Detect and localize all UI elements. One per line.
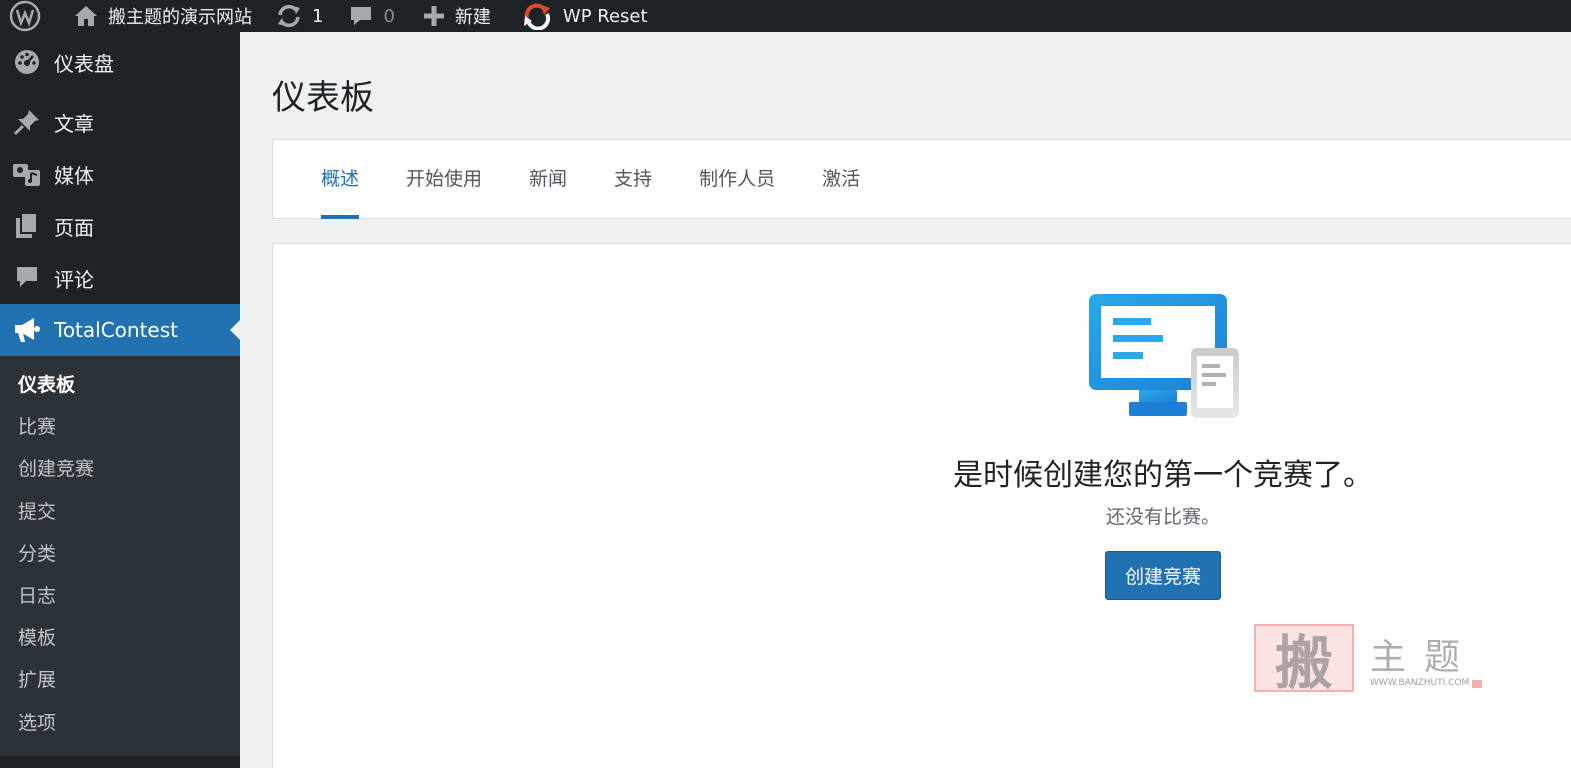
sidebar-item-label: 文章 bbox=[54, 111, 94, 136]
tab-support[interactable]: 支持 bbox=[614, 140, 652, 218]
new-content-label: 新建 bbox=[454, 7, 491, 28]
sidebar-item-dashboard[interactable]: 仪表盘 bbox=[0, 34, 240, 90]
totalcontest-submenu: 仪表板 比赛 创建竞赛 提交 分类 日志 模板 扩展 选项 bbox=[0, 356, 240, 756]
empty-state-title: 是时候创建您的第一个竞赛了。 bbox=[953, 458, 1373, 493]
home-icon bbox=[75, 6, 97, 26]
wordpress-logo-button[interactable] bbox=[0, 0, 54, 32]
wordpress-logo-icon bbox=[9, 0, 41, 32]
tab-activation[interactable]: 激活 bbox=[822, 140, 860, 218]
tab-overview[interactable]: 概述 bbox=[321, 140, 360, 219]
submenu-item-dashboard[interactable]: 仪表板 bbox=[0, 364, 240, 406]
admin-bar: 搬主题的演示网站 1 0 新建 WP Reset bbox=[0, 0, 1571, 32]
submenu-item-create-contest[interactable]: 创建竞赛 bbox=[0, 448, 240, 490]
sidebar-item-label: TotalContest bbox=[54, 318, 178, 342]
sidebar-item-posts[interactable]: 文章 bbox=[0, 96, 240, 148]
sidebar-item-label: 仪表盘 bbox=[54, 51, 114, 76]
comments-icon bbox=[12, 263, 42, 293]
plus-icon bbox=[423, 6, 444, 26]
updates-icon bbox=[278, 4, 300, 28]
wp-reset-label: WP Reset bbox=[562, 5, 648, 27]
megaphone-icon bbox=[12, 315, 42, 345]
sidebar-item-label: 评论 bbox=[54, 267, 94, 292]
updates-link[interactable]: 1 bbox=[264, 0, 335, 32]
new-content-link[interactable]: 新建 bbox=[407, 0, 503, 32]
sidebar-item-label: 媒体 bbox=[54, 163, 94, 188]
empty-state-subtitle: 还没有比赛。 bbox=[1105, 506, 1220, 528]
submenu-item-options[interactable]: 选项 bbox=[0, 702, 240, 744]
comments-link[interactable]: 0 bbox=[335, 0, 406, 32]
watermark-url: WWW.BANZHUTI.COM bbox=[1370, 678, 1470, 688]
dashboard-gauge-icon bbox=[12, 47, 42, 77]
submenu-item-categories[interactable]: 分类 bbox=[0, 533, 240, 575]
watermark-accent bbox=[1472, 680, 1482, 688]
site-name-link[interactable]: 搬主题的演示网站 bbox=[54, 0, 264, 32]
sidebar-item-comments[interactable]: 评论 bbox=[0, 252, 240, 304]
submenu-item-contests[interactable]: 比赛 bbox=[0, 406, 240, 448]
sidebar-item-label: 页面 bbox=[54, 215, 94, 240]
tab-news[interactable]: 新闻 bbox=[529, 140, 567, 218]
watermark-text: 主题 bbox=[1370, 637, 1479, 678]
sidebar-item-media[interactable]: 媒体 bbox=[0, 148, 240, 200]
wp-reset-link[interactable]: WP Reset bbox=[503, 0, 660, 32]
comments-count: 0 bbox=[383, 5, 395, 27]
updates-count: 1 bbox=[312, 5, 324, 27]
dashboard-tabs: 概述 开始使用 新闻 支持 制作人员 激活 bbox=[272, 139, 1571, 219]
watermark-logo: 搬 主题 WWW.BANZHUTI.COM bbox=[1254, 624, 1486, 697]
pages-icon bbox=[12, 211, 42, 241]
create-contest-button[interactable]: 创建竞赛 bbox=[1105, 551, 1221, 600]
tab-get-started[interactable]: 开始使用 bbox=[406, 140, 482, 218]
sidebar-item-totalcontest[interactable]: TotalContest bbox=[0, 304, 240, 356]
watermark-seal: 搬 bbox=[1254, 624, 1354, 697]
media-icon bbox=[12, 159, 42, 189]
submenu-item-log[interactable]: 日志 bbox=[0, 575, 240, 617]
site-name-label: 搬主题的演示网站 bbox=[108, 7, 252, 28]
submenu-item-extensions[interactable]: 扩展 bbox=[0, 659, 240, 701]
tab-credits[interactable]: 制作人员 bbox=[699, 140, 775, 218]
page-title: 仪表板 bbox=[272, 78, 374, 118]
sidebar-item-pages[interactable]: 页面 bbox=[0, 200, 240, 252]
comment-bubble-icon bbox=[351, 7, 372, 25]
monitor-tablet-icon bbox=[1089, 294, 1239, 418]
admin-sidebar: 仪表盘 文章 媒体 页面 评论 TotalContest 仪表板 比赛 创建竞赛… bbox=[0, 32, 240, 768]
wp-reset-icon bbox=[523, 3, 550, 30]
pushpin-icon bbox=[12, 107, 42, 137]
submenu-item-submissions[interactable]: 提交 bbox=[0, 491, 240, 533]
submenu-item-templates[interactable]: 模板 bbox=[0, 617, 240, 659]
